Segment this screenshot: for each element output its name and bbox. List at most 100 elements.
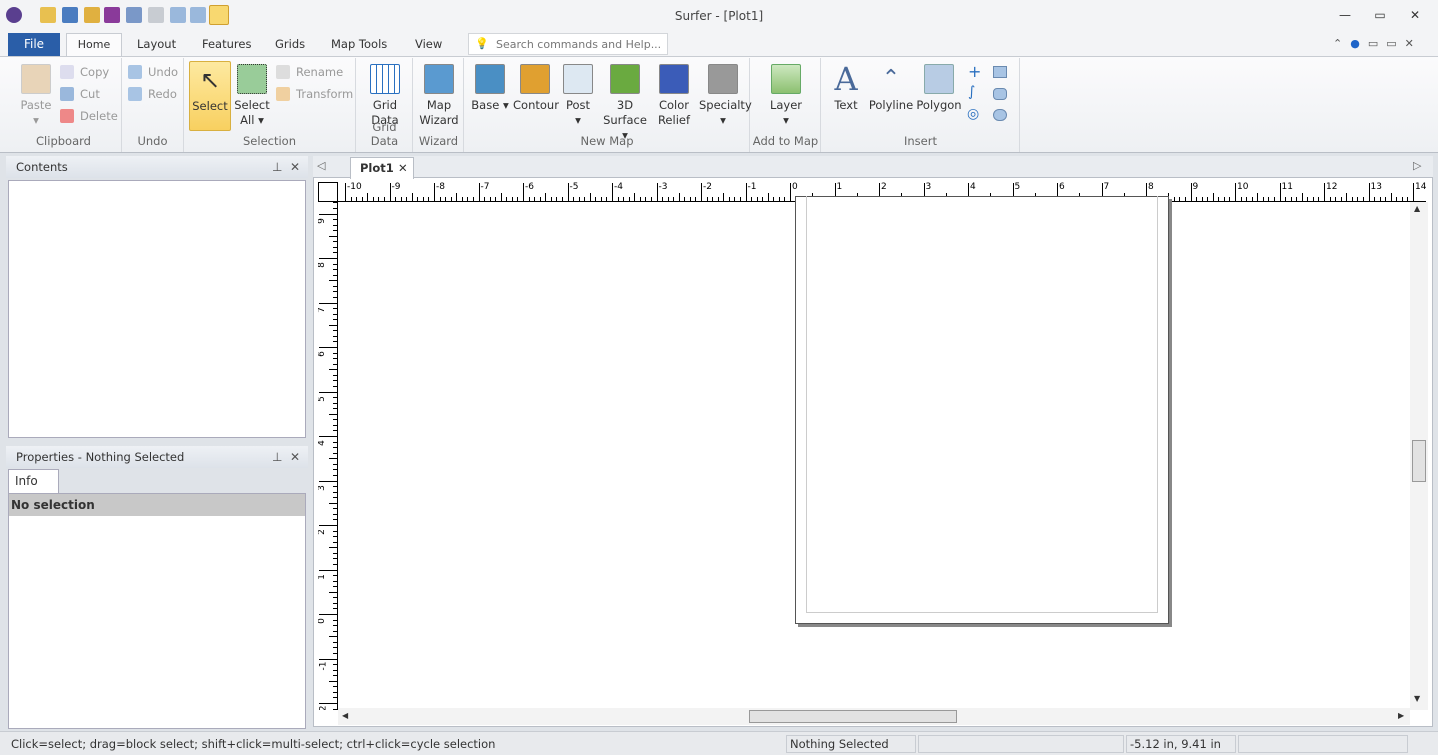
ruler-label: 14 bbox=[1415, 182, 1426, 192]
close-button[interactable]: ✕ bbox=[1405, 8, 1425, 24]
pin-icon[interactable]: ⊥ bbox=[272, 156, 282, 178]
close-panel-icon[interactable]: ✕ bbox=[290, 156, 300, 178]
restore-button[interactable]: ▭ bbox=[1370, 8, 1390, 24]
tab-features[interactable]: Features bbox=[202, 37, 251, 51]
specialty-button[interactable]: Specialty ▾ bbox=[697, 58, 752, 128]
transform-button[interactable]: Transform bbox=[276, 84, 353, 104]
ruler-tick bbox=[333, 447, 337, 449]
tab-info[interactable]: Info bbox=[8, 469, 59, 493]
select-button[interactable]: ↖ Select bbox=[189, 61, 231, 131]
vertical-scroll-thumb[interactable] bbox=[1412, 440, 1426, 482]
ruler-tick bbox=[589, 193, 591, 201]
ruler-tick bbox=[329, 458, 337, 460]
scroll-left-icon[interactable]: ◁ bbox=[317, 159, 325, 172]
rectangle-icon[interactable] bbox=[993, 66, 1007, 78]
scroll-up-icon[interactable]: ▲ bbox=[1414, 204, 1420, 213]
ruler-tick bbox=[329, 369, 337, 371]
ruler-label: -1 bbox=[318, 661, 329, 670]
ruler-tick bbox=[389, 183, 391, 201]
ruler-tick bbox=[534, 197, 536, 201]
help-icon[interactable]: ● bbox=[1350, 37, 1368, 50]
contour-button[interactable]: Contour bbox=[511, 58, 559, 113]
tab-grids[interactable]: Grids bbox=[275, 37, 305, 51]
ruler-tick bbox=[333, 202, 337, 204]
horizontal-scrollbar[interactable]: ◀ ▶ bbox=[338, 708, 1410, 725]
horizontal-scroll-thumb[interactable] bbox=[749, 710, 957, 723]
tab-map-tools[interactable]: Map Tools bbox=[331, 37, 387, 51]
color-relief-label: Color Relief bbox=[657, 98, 691, 127]
contents-tree[interactable] bbox=[8, 180, 306, 438]
ruler-tick bbox=[511, 197, 513, 201]
close-panel-icon[interactable]: ✕ bbox=[290, 446, 300, 468]
text-icon: A bbox=[834, 60, 858, 98]
spline-icon[interactable]: ∫ bbox=[968, 84, 975, 100]
layer-button[interactable]: Layer ▾ bbox=[763, 58, 809, 128]
text-button[interactable]: A Text bbox=[828, 58, 864, 113]
ribbon-controls[interactable]: ⌃●▭▭✕ bbox=[1333, 37, 1422, 50]
tab-layout[interactable]: Layout bbox=[137, 37, 176, 51]
ruler-tick bbox=[333, 586, 337, 588]
post-button[interactable]: Post ▾ bbox=[561, 58, 595, 128]
paste-button[interactable]: Paste ▾ bbox=[12, 58, 60, 128]
redo-button[interactable]: Redo bbox=[128, 84, 177, 104]
symbol-icon[interactable]: + bbox=[968, 62, 981, 81]
ruler-tick bbox=[333, 686, 337, 688]
ruler-tick bbox=[333, 269, 337, 271]
grid-data-button[interactable]: Grid Data bbox=[363, 58, 407, 128]
ruler-label: -2 bbox=[703, 182, 712, 192]
delete-button[interactable]: Delete bbox=[60, 106, 118, 126]
group-wizard: Map Wizard Wizard bbox=[414, 58, 464, 152]
ruler-label: 12 bbox=[1326, 182, 1338, 192]
select-all-button[interactable]: Select All ▾ bbox=[232, 58, 272, 128]
minimize-button[interactable]: — bbox=[1335, 8, 1355, 24]
ruler-tick bbox=[367, 193, 369, 201]
ruler-tick bbox=[333, 597, 337, 599]
tab-plot1[interactable]: Plot1 ✕ bbox=[350, 157, 414, 179]
copy-icon bbox=[60, 65, 74, 79]
contents-header: Contents ⊥ ✕ bbox=[6, 156, 308, 178]
scroll-left-icon[interactable]: ◀ bbox=[342, 711, 348, 720]
copy-button[interactable]: Copy bbox=[60, 62, 109, 82]
close-tab-icon[interactable]: ✕ bbox=[398, 158, 408, 179]
ruler-tick bbox=[333, 474, 337, 476]
tab-file[interactable]: File bbox=[8, 33, 60, 56]
base-button[interactable]: Base ▾ bbox=[469, 58, 511, 113]
pin-icon[interactable]: ⊥ bbox=[272, 446, 282, 468]
scroll-right-icon[interactable]: ▶ bbox=[1398, 711, 1404, 720]
map-wizard-button[interactable]: Map Wizard bbox=[417, 58, 461, 128]
polyline-button[interactable]: ⌃ Polyline bbox=[868, 58, 914, 113]
ruler-tick bbox=[333, 274, 337, 276]
ruler-tick bbox=[472, 197, 474, 201]
rounded-rectangle-icon[interactable] bbox=[993, 88, 1007, 100]
ruler-tick bbox=[484, 197, 486, 201]
tab-home[interactable]: Home bbox=[66, 33, 122, 57]
target-icon[interactable]: ◎ bbox=[967, 106, 979, 122]
ruler-tick bbox=[739, 197, 741, 201]
ruler-tick bbox=[1212, 193, 1214, 201]
3d-surface-button[interactable]: 3D Surface ▾ bbox=[597, 58, 653, 143]
scroll-right-icon[interactable]: ▷ bbox=[1413, 159, 1421, 172]
ruler-tick bbox=[333, 291, 337, 293]
ruler-tick bbox=[333, 313, 337, 315]
ruler-tick bbox=[1184, 197, 1186, 201]
copy-label: Copy bbox=[80, 65, 110, 79]
scroll-down-icon[interactable]: ▼ bbox=[1414, 694, 1420, 703]
color-relief-button[interactable]: Color Relief bbox=[653, 58, 695, 128]
ruler-label: -5 bbox=[569, 182, 579, 192]
rename-button[interactable]: Rename bbox=[276, 62, 343, 82]
undo-button[interactable]: Undo bbox=[128, 62, 178, 82]
search-box[interactable]: 💡 Search commands and Help... bbox=[468, 33, 668, 55]
vertical-scrollbar[interactable]: ▲ ▼ bbox=[1410, 202, 1428, 710]
ruler-tick bbox=[333, 241, 337, 243]
polygon-button[interactable]: Polygon bbox=[916, 58, 962, 113]
ruler-tick bbox=[329, 413, 337, 415]
ruler-tick bbox=[784, 197, 786, 201]
ruler-tick bbox=[333, 691, 337, 693]
cut-button[interactable]: Cut bbox=[60, 84, 100, 104]
ruler-tick bbox=[1318, 197, 1320, 201]
ruler-tick bbox=[333, 625, 337, 627]
ellipse-icon[interactable] bbox=[993, 109, 1007, 121]
specialty-icon bbox=[708, 64, 738, 94]
search-input[interactable]: Search commands and Help... bbox=[496, 38, 661, 51]
tab-view[interactable]: View bbox=[415, 37, 442, 51]
